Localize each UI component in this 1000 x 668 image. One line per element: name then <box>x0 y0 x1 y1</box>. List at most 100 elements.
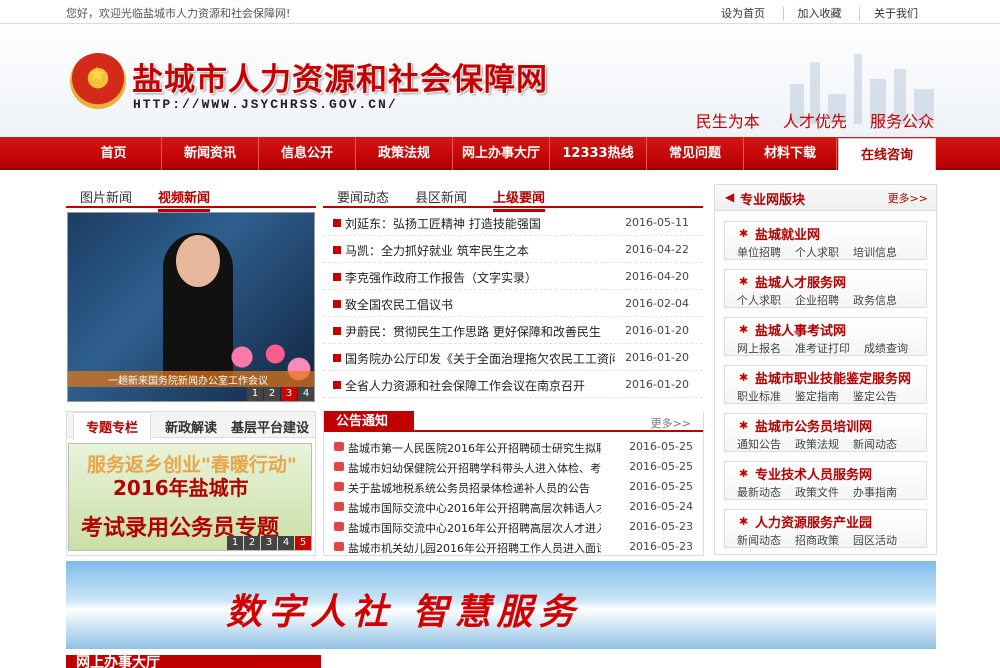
notice-item[interactable]: 盐城市机关幼儿园2016年公开招聘工作人员进入面试环 2016-05-23 <box>324 537 703 557</box>
tab-policy-interpret[interactable]: 新政解读 <box>165 417 217 436</box>
notice-icon <box>334 502 344 511</box>
star-icon: ✱ <box>739 323 749 336</box>
video-player[interactable]: 一趟新来国务院新闻办公室工作会议 1 2 3 4 <box>67 212 315 402</box>
bullet-icon <box>333 300 341 308</box>
video-page-4[interactable]: 4 <box>298 387 314 401</box>
notice-icon <box>334 522 344 531</box>
online-hall-title: 网上办事大厅 <box>76 655 160 668</box>
tab-video-news[interactable]: 视频新闻 <box>158 187 211 212</box>
star-icon: ✱ <box>739 467 749 480</box>
online-hall-header: 网上办事大厅 <box>66 655 321 668</box>
bullet-icon <box>333 381 341 389</box>
bullet-icon <box>333 219 341 227</box>
nav-online-consult[interactable]: 在线咨询 <box>838 138 936 170</box>
news-list: 刘延东：弘扬工匠精神 打造技能强国 2016-05-11 马凯：全力抓好就业 筑牢… <box>323 209 703 399</box>
video-pager: 1 2 3 4 <box>246 387 314 401</box>
nav-faq[interactable]: 常见问题 <box>647 137 744 170</box>
tab-county-news[interactable]: 县区新闻 <box>415 187 467 206</box>
bullet-icon <box>333 354 341 362</box>
slogan-3: 服务公众 <box>869 112 934 131</box>
bullet-icon <box>333 273 341 281</box>
card-employment-site[interactable]: ✱ 盐城就业网 单位招聘 个人求职 培训信息 <box>724 221 927 260</box>
video-caption-bar: 一趟新来国务院新闻办公室工作会议 <box>68 371 314 387</box>
promo-page-3[interactable]: 3 <box>261 536 277 550</box>
news-item[interactable]: 刘延东：弘扬工匠精神 打造技能强国 2016-05-11 <box>323 209 703 236</box>
nav-info-disclosure[interactable]: 信息公开 <box>259 137 356 170</box>
banner-text: 数字人社 智慧服务 <box>226 591 581 633</box>
notice-icon <box>334 542 344 551</box>
top-links: 设为首页 加入收藏 关于我们 <box>707 5 918 21</box>
card-talent-service-site[interactable]: ✱ 盐城人才服务网 个人求职 企业招聘 政务信息 <box>724 269 927 308</box>
nav-policy[interactable]: 政策法规 <box>356 137 453 170</box>
notice-item[interactable]: 盐城市妇幼保健院公开招聘学科带头人进入体检、考察 2016-05-25 <box>324 457 703 477</box>
notice-item[interactable]: 盐城市国际交流中心2016年公开招聘高层次韩语人才的 2016-05-24 <box>324 497 703 517</box>
video-page-2[interactable]: 2 <box>264 387 280 401</box>
site-url: HTTP://WWW.JSYCHRSS.GOV.CN/ <box>133 97 398 112</box>
promo-page-2[interactable]: 2 <box>244 536 260 550</box>
star-icon: ✱ <box>739 227 749 240</box>
star-icon: ✱ <box>739 515 749 528</box>
promo-page-5[interactable]: 5 <box>295 536 311 550</box>
panel-arrow-icon: ◀ <box>725 190 735 204</box>
notice-icon <box>334 442 344 451</box>
notice-title: 公告通知 <box>324 411 414 432</box>
welcome-text: 您好，欢迎光临盐城市人力资源和社会保障网! <box>66 7 291 20</box>
nav-hotline[interactable]: 12333热线 <box>550 137 647 170</box>
nav-home[interactable]: 首页 <box>66 137 162 170</box>
topics-tabs: 专题专栏 新政解读 基层平台建设 <box>67 412 315 440</box>
national-emblem-icon <box>70 53 126 109</box>
notice-item[interactable]: 关于盐城地税系统公务员招录体检递补人员的公告 2016-05-25 <box>324 477 703 497</box>
news-item[interactable]: 国务院办公厅印发《关于全面治理拖欠农民工工资问题 2016-01-20 <box>323 344 703 371</box>
news-tabs: 要闻动态 县区新闻 上级要闻 <box>323 184 703 212</box>
main-nav: 首页 新闻资讯 信息公开 政策法规 网上办事大厅 12333热线 常见问题 材料… <box>0 137 1000 170</box>
card-civil-servant-training-site[interactable]: ✱ 盐城市公务员培训网 通知公告 政策法规 新闻动态 <box>724 413 927 452</box>
notice-item[interactable]: 盐城市国际交流中心2016年公开招聘高层次人才进入体 2016-05-23 <box>324 517 703 537</box>
professional-sites-panel: ◀ 专业网版块 更多>> ✱ 盐城就业网 单位招聘 个人求职 培训信息 ✱ 盐城人才服务网… <box>714 184 937 555</box>
tab-photo-news[interactable]: 图片新闻 <box>80 187 132 206</box>
notice-more-link[interactable]: 更多>> <box>651 415 691 431</box>
video-caption: 一趟新来国务院新闻办公室工作会议 <box>108 376 268 387</box>
nav-online-hall[interactable]: 网上办事大厅 <box>453 137 550 170</box>
news-item[interactable]: 马凯：全力抓好就业 筑牢民生之本 2016-04-22 <box>323 236 703 263</box>
bullet-icon <box>333 246 341 254</box>
site-header: 盐城市人力资源和社会保障网 HTTP://WWW.JSYCHRSS.GOV.CN… <box>0 24 1000 137</box>
nav-news[interactable]: 新闻资讯 <box>162 137 259 170</box>
tab-headline-news[interactable]: 要闻动态 <box>337 187 389 206</box>
star-icon: ✱ <box>739 275 749 288</box>
add-favorite-link[interactable]: 加入收藏 <box>782 7 842 20</box>
about-us-link[interactable]: 关于我们 <box>859 7 918 20</box>
notice-item[interactable]: 盐城市第一人民医院2016年公开招聘硕士研究生拟聘用 2016-05-25 <box>324 437 703 457</box>
promo-pager: 1 2 3 4 5 <box>226 536 311 550</box>
video-page-3[interactable]: 3 <box>281 387 297 401</box>
bullet-icon <box>333 327 341 335</box>
notice-list: 盐城市第一人民医院2016年公开招聘硕士研究生拟聘用 2016-05-25 盐城市… <box>324 437 703 557</box>
digital-hr-banner[interactable]: 数字人社 智慧服务 <box>66 561 936 649</box>
promo-page-4[interactable]: 4 <box>278 536 294 550</box>
card-professional-staff-site[interactable]: ✱ 专业技术人员服务网 最新动态 政策文件 办事指南 <box>724 461 927 500</box>
professional-more-link[interactable]: 更多>> <box>888 190 928 206</box>
slogans: 民生为本 人才优先 服务公众 <box>678 108 934 132</box>
news-item[interactable]: 致全国农民工倡议书 2016-02-04 <box>323 290 703 317</box>
news-item[interactable]: 全省人力资源和社会保障工作会议在南京召开 2016-01-20 <box>323 371 703 398</box>
card-personnel-exam-site[interactable]: ✱ 盐城人事考试网 网上报名 准考证打印 成绩查询 <box>724 317 927 356</box>
nav-downloads[interactable]: 材料下载 <box>744 137 837 170</box>
anchor-face <box>176 235 220 287</box>
card-hr-industry-park[interactable]: ✱ 人力资源服务产业园 新闻动态 招商政策 园区活动 <box>724 509 927 548</box>
card-skills-appraisal-site[interactable]: ✱ 盐城市职业技能鉴定服务网 职业标准 鉴定指南 鉴定公告 <box>724 365 927 404</box>
news-item[interactable]: 尹蔚民：贯彻民生工作思路 更好保障和改善民生 2016-01-20 <box>323 317 703 344</box>
professional-header: ◀ 专业网版块 更多>> <box>715 185 936 211</box>
notice-box: 公告通知 更多>> 盐城市第一人民医院2016年公开招聘硕士研究生拟聘用 2016… <box>323 411 704 556</box>
top-bar: 您好，欢迎光临盐城市人力资源和社会保障网! 设为首页 加入收藏 关于我们 <box>0 0 1000 24</box>
news-item[interactable]: 李克强作政府工作报告（文字实录） 2016-04-20 <box>323 263 703 290</box>
media-tabs: 图片新闻 视频新闻 <box>66 184 316 212</box>
professional-title: 专业网版块 <box>740 193 806 208</box>
star-icon: ✱ <box>739 371 749 384</box>
tab-grassroots-platform[interactable]: 基层平台建设 <box>231 417 309 436</box>
notice-icon <box>334 462 344 471</box>
site-title[interactable]: 盐城市人力资源和社会保障网 <box>132 54 548 99</box>
tab-special-topics[interactable]: 专题专栏 <box>73 412 152 440</box>
video-page-1[interactable]: 1 <box>247 387 263 401</box>
civil-service-exam-banner[interactable]: 服务返乡创业"春暖行动" 2016年盐城市 考试录用公务员专题 1 2 3 4 … <box>68 443 312 551</box>
promo-page-1[interactable]: 1 <box>227 536 243 550</box>
set-homepage-link[interactable]: 设为首页 <box>721 7 765 20</box>
